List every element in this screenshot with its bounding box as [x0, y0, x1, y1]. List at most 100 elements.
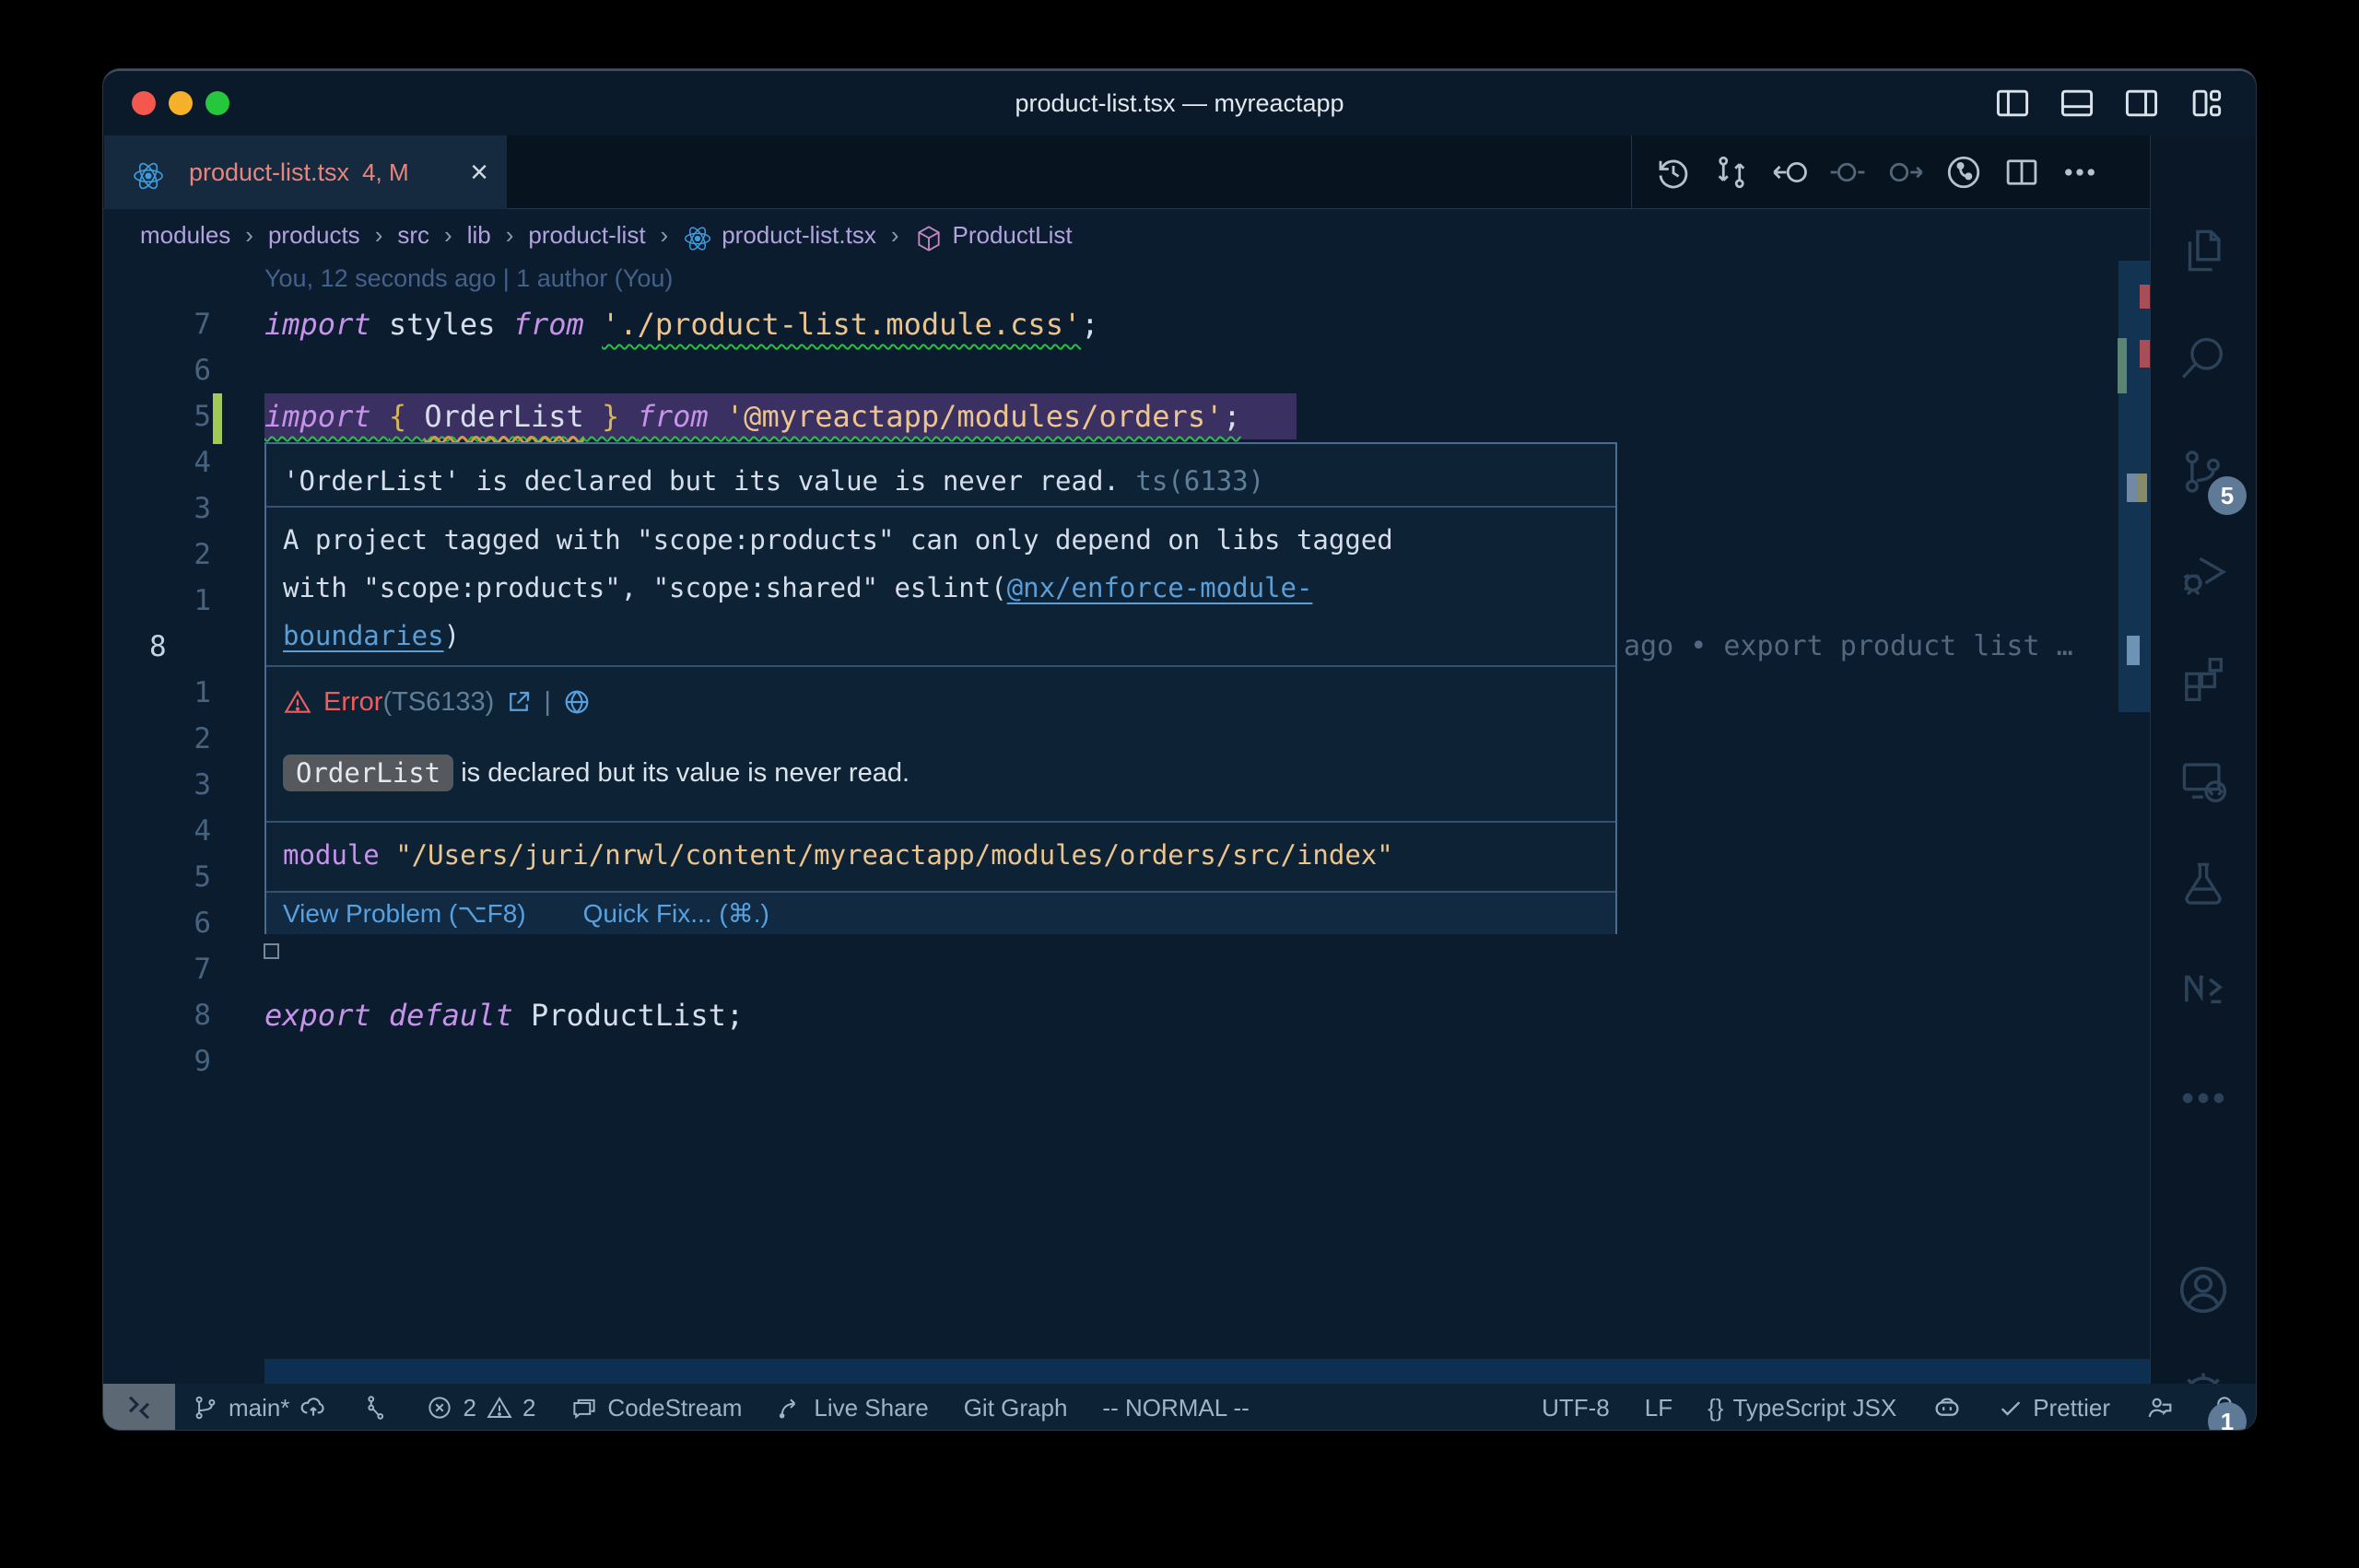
chevron-right-icon: › — [891, 221, 899, 250]
line-number: 4 — [138, 439, 211, 486]
punctuation-token: ; — [726, 998, 744, 1033]
error-ruler-mark — [2140, 340, 2150, 368]
open-external-icon[interactable] — [505, 688, 533, 716]
symbol-icon — [914, 224, 944, 253]
warning-triangle-icon — [283, 687, 312, 717]
git-graph-status[interactable]: Git Graph — [964, 1394, 1068, 1422]
testing-icon[interactable] — [2174, 854, 2233, 913]
copilot-status[interactable] — [1931, 1392, 1963, 1423]
eslint-text: with "scope:products", "scope:shared" es… — [283, 572, 1007, 603]
codestream-status[interactable]: CodeStream — [570, 1394, 742, 1422]
nx-cloud-status[interactable] — [363, 1394, 391, 1422]
code-line-import-orderlist[interactable]: import { OrderList } from '@myreactapp/m… — [264, 393, 1297, 439]
split-editor-icon[interactable] — [2002, 153, 2041, 192]
explorer-icon[interactable] — [2174, 221, 2233, 280]
string-token: './product-list.module.css' — [602, 307, 1081, 342]
view-problem-link[interactable]: View Problem (⌥F8) — [283, 898, 526, 929]
toggle-secondary-sidebar-icon[interactable] — [2121, 83, 2162, 123]
account-icon[interactable] — [2174, 1260, 2233, 1319]
identifier-token: OrderList — [424, 399, 583, 434]
brace-token: } — [584, 399, 638, 434]
symbol-chip: OrderList — [283, 755, 453, 791]
eol-status[interactable]: LF — [1645, 1394, 1672, 1422]
globe-icon[interactable] — [562, 687, 592, 717]
branch-name: main* — [229, 1394, 289, 1422]
navigate-back-icon[interactable] — [1770, 153, 1809, 192]
breadcrumb-file[interactable]: product-list.tsx — [722, 221, 876, 250]
live-share-status[interactable]: Live Share — [777, 1394, 928, 1422]
line-number: 7 — [138, 946, 211, 992]
git-modified-ruler-mark — [2118, 338, 2127, 393]
hover-resize-handle[interactable] — [264, 943, 279, 959]
separator: | — [544, 687, 551, 718]
hover-actions-row: View Problem (⌥F8) Quick Fix... (⌘.) — [266, 891, 1615, 934]
compare-changes-icon[interactable] — [1712, 153, 1751, 192]
line-number: 4 — [138, 808, 211, 854]
breadcrumb-item[interactable]: src — [397, 221, 429, 250]
code-line-export-default[interactable]: export default ProductList; — [264, 992, 744, 1038]
tab-product-list[interactable]: product-list.tsx 4, M × — [104, 135, 507, 209]
more-actions-icon[interactable] — [2060, 153, 2099, 192]
extensions-icon[interactable] — [2174, 648, 2233, 707]
keyword-token: import — [264, 307, 389, 342]
inline-blame-annotation: ago • export product list … — [1624, 624, 2121, 670]
run-debug-icon[interactable] — [2174, 544, 2233, 603]
navigate-previous-icon[interactable] — [1828, 153, 1867, 192]
source-control-badge: 5 — [2208, 476, 2247, 515]
error-detail-row: OrderList is declared but its value is n… — [266, 750, 1615, 796]
punctuation-token: ; — [1223, 399, 1240, 434]
braces-icon: {} — [1708, 1394, 1723, 1422]
code-line-import-styles[interactable]: import styles from './product-list.modul… — [264, 301, 1098, 347]
editor-toolbar — [1631, 135, 2099, 209]
eslint-rule-link[interactable]: boundaries — [283, 620, 444, 651]
search-icon[interactable] — [2174, 329, 2233, 388]
diagnostic-code: ts(6133) — [1120, 465, 1264, 497]
current-line-number: 8 — [149, 624, 222, 670]
encoding-status[interactable]: UTF-8 — [1542, 1394, 1610, 1422]
vim-mode-status[interactable]: -- NORMAL -- — [1102, 1394, 1249, 1422]
remote-explorer-icon[interactable] — [2174, 751, 2233, 810]
diagnostic-text: 'OrderList' is declared but its value is… — [283, 465, 1120, 497]
breadcrumb-item[interactable]: product-list — [528, 221, 645, 250]
toggle-primary-sidebar-icon[interactable] — [1992, 83, 2033, 123]
horizontal-scrollbar[interactable] — [264, 1359, 2150, 1384]
overview-ruler[interactable] — [2118, 261, 2150, 1359]
line-number: 2 — [138, 532, 211, 578]
tab-problems-badge: 4, M — [362, 158, 409, 187]
eslint-rule-link[interactable]: @nx/enforce-module- — [1007, 572, 1313, 603]
line-number: 7 — [138, 301, 211, 347]
timeline-history-icon[interactable] — [1654, 153, 1693, 192]
remote-indicator[interactable] — [103, 1384, 175, 1430]
toggle-panel-icon[interactable] — [2057, 83, 2097, 123]
customize-layout-icon[interactable] — [2186, 83, 2226, 123]
language-mode-status[interactable]: {} TypeScript JSX — [1708, 1394, 1896, 1422]
brace-token: { — [389, 399, 425, 434]
problems-status[interactable]: 2 2 — [426, 1394, 535, 1422]
navigate-forward-icon[interactable] — [1886, 153, 1925, 192]
git-branch-status[interactable]: main* — [192, 1393, 328, 1422]
run-file-icon[interactable] — [1944, 153, 1983, 192]
eol-label: LF — [1645, 1394, 1672, 1422]
breadcrumb-item[interactable]: products — [268, 221, 360, 250]
codestream-label: CodeStream — [607, 1394, 742, 1422]
breadcrumb-item[interactable]: modules — [140, 221, 230, 250]
additional-views-icon[interactable] — [2174, 1069, 2233, 1128]
tab-label: product-list.tsx — [189, 158, 349, 187]
breadcrumb-item[interactable]: lib — [467, 221, 491, 250]
git-blame-annotation: You, 12 seconds ago | 1 author (You) — [264, 255, 673, 301]
breadcrumb-symbol[interactable]: ProductList — [953, 221, 1073, 250]
vscode-window: product-list.tsx — myreactapp prod — [103, 69, 2256, 1430]
quick-fix-link[interactable]: Quick Fix... (⌘.) — [583, 898, 769, 929]
feedback-icon[interactable] — [2145, 1393, 2175, 1422]
nx-console-icon[interactable] — [2174, 960, 2233, 1019]
identifier-token: ProductList — [531, 998, 726, 1033]
error-hover-tooltip: 'OrderList' is declared but its value is… — [264, 442, 1617, 934]
keyword-token: from — [638, 399, 726, 434]
punctuation-token: ; — [1081, 307, 1098, 342]
activity-bar: 5 1 — [2150, 135, 2256, 1384]
keyword-token: from — [513, 307, 602, 342]
tab-close-icon[interactable]: × — [470, 157, 488, 188]
line-number: 1 — [138, 578, 211, 624]
prettier-status[interactable]: Prettier — [1998, 1394, 2110, 1422]
vim-mode-label: -- NORMAL -- — [1102, 1394, 1249, 1422]
